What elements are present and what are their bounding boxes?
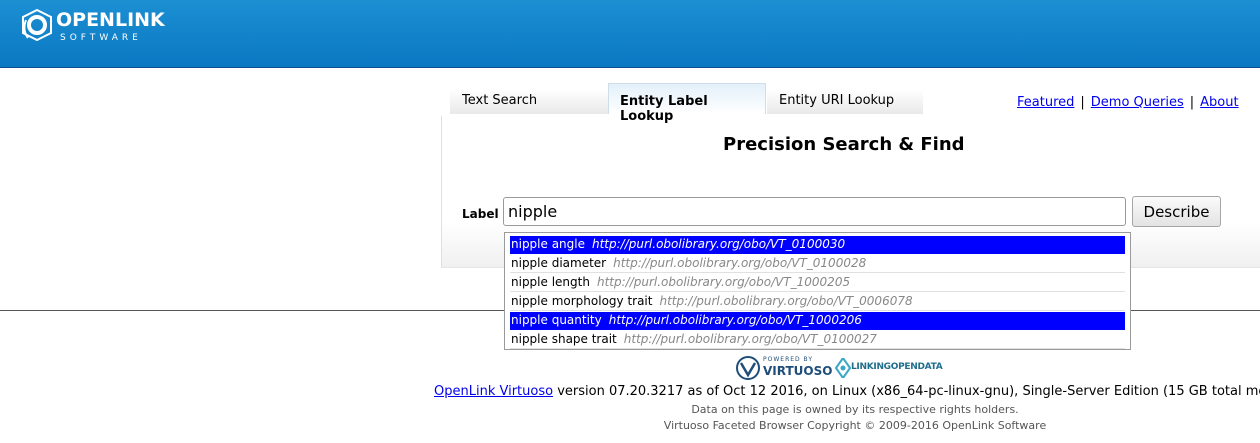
logo-text-openlink: OPENLINK xyxy=(56,9,165,31)
openlink-logo-icon xyxy=(22,8,52,42)
suggestion-label: nipple angle xyxy=(511,237,585,251)
suggestion-label: nipple morphology trait xyxy=(511,294,653,308)
virtuoso-logo-top-text: POWERED BY xyxy=(763,356,814,363)
virtuoso-logo-main-text: VIRTUOSO xyxy=(763,364,833,378)
describe-button[interactable]: Describe xyxy=(1132,196,1221,227)
lod-logo-text: LINKINGOPENDATA xyxy=(851,362,943,372)
suggestion-item[interactable]: nipple length http://purl.obolibrary.org/… xyxy=(510,274,1125,292)
version-text: version 07.20.3217 as of Oct 12 2016, on… xyxy=(553,384,1260,399)
lod-logo-icon xyxy=(835,358,851,378)
suggestion-uri: http://purl.obolibrary.org/obo/VT_010003… xyxy=(592,237,846,251)
version-info: OpenLink Virtuoso version 07.20.3217 as … xyxy=(434,384,1260,399)
openlink-logo[interactable]: OPENLINK SOFTWARE xyxy=(20,6,170,50)
suggestion-label: nipple diameter xyxy=(511,256,607,270)
suggestion-item[interactable]: nipple shape trait http://purl.obolibrary… xyxy=(510,331,1125,349)
tab-text-search[interactable]: Text Search xyxy=(450,89,608,114)
logo-text-software: SOFTWARE xyxy=(60,33,142,43)
virtuoso-logo-icon xyxy=(736,356,760,380)
openlink-virtuoso-link[interactable]: OpenLink Virtuoso xyxy=(434,384,553,399)
top-links: Featured | Demo Queries | About xyxy=(1017,95,1239,110)
suggestion-item[interactable]: nipple diameter http://purl.obolibrary.or… xyxy=(510,255,1125,273)
header-banner: OPENLINK SOFTWARE xyxy=(0,0,1260,68)
about-link[interactable]: About xyxy=(1200,95,1238,110)
suggestion-label: nipple shape trait xyxy=(511,332,617,346)
rights-note: Data on this page is owned by its respec… xyxy=(691,403,1019,416)
suggestion-uri: http://purl.obolibrary.org/obo/VT_010002… xyxy=(613,256,867,270)
virtuoso-logo[interactable]: POWERED BY VIRTUOSO xyxy=(735,356,832,380)
label-search-input[interactable] xyxy=(503,197,1126,226)
label-field-caption: Label xyxy=(462,207,499,221)
suggestion-item[interactable]: nipple quantity http://purl.obolibrary.or… xyxy=(510,312,1125,330)
suggestion-label: nipple length xyxy=(511,275,590,289)
suggestion-uri: http://purl.obolibrary.org/obo/VT_100020… xyxy=(596,275,851,289)
autocomplete-dropdown[interactable]: nipple angle http://purl.obolibrary.org/o… xyxy=(504,232,1131,350)
featured-link[interactable]: Featured xyxy=(1017,95,1074,110)
demo-queries-link[interactable]: Demo Queries xyxy=(1091,95,1184,110)
suggestion-item[interactable]: nipple morphology trait http://purl.oboli… xyxy=(510,293,1125,311)
suggestion-uri: http://purl.obolibrary.org/obo/VT_010002… xyxy=(623,332,877,346)
suggestion-item[interactable]: nipple angle http://purl.obolibrary.org/o… xyxy=(510,236,1125,254)
tab-entity-label-lookup[interactable]: Entity Label Lookup xyxy=(608,83,766,124)
tab-entity-uri-lookup[interactable]: Entity URI Lookup xyxy=(767,89,923,114)
linking-open-data-logo[interactable]: LINKINGOPENDATA xyxy=(835,356,953,380)
suggestion-uri: http://purl.obolibrary.org/obo/VT_000607… xyxy=(659,294,913,308)
copyright-note: Virtuoso Faceted Browser Copyright © 200… xyxy=(663,419,1047,432)
suggestion-label: nipple quantity xyxy=(511,313,602,327)
page-title: Precision Search & Find xyxy=(723,134,965,155)
suggestion-uri: http://purl.obolibrary.org/obo/VT_100020… xyxy=(608,313,862,327)
